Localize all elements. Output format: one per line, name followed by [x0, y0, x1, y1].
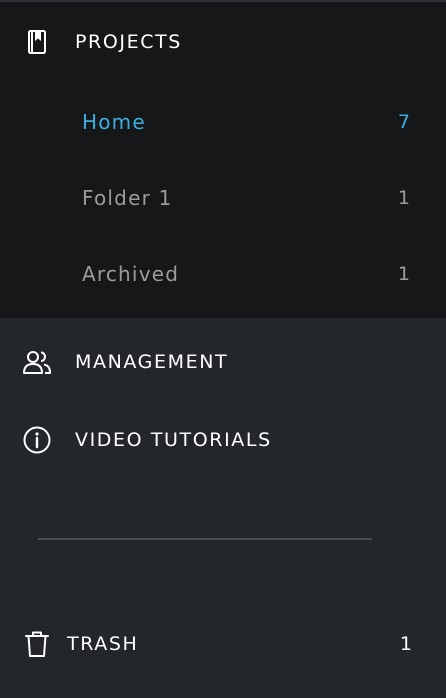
sidebar: PROJECTS Home 7 Folder 1 1 Archived 1 MA…	[0, 0, 446, 698]
info-icon	[22, 425, 52, 455]
trash-count: 1	[399, 633, 412, 655]
users-icon	[22, 347, 52, 377]
projects-item-count: 1	[397, 263, 410, 285]
projects-section: PROJECTS Home 7 Folder 1 1 Archived 1	[0, 0, 446, 318]
projects-item-count: 7	[397, 111, 410, 133]
trash-item[interactable]: TRASH 1	[0, 624, 446, 664]
projects-item-label: Home	[82, 110, 146, 134]
projects-label: PROJECTS	[75, 31, 182, 53]
trash-label: TRASH	[67, 633, 139, 655]
projects-item-label: Folder 1	[82, 186, 173, 210]
management-label: MANAGEMENT	[75, 351, 229, 373]
management-item[interactable]: MANAGEMENT	[0, 342, 446, 382]
projects-item-folder-1[interactable]: Folder 1 1	[0, 178, 446, 218]
projects-item-count: 1	[397, 187, 410, 209]
bookmark-book-icon	[22, 27, 52, 57]
projects-item-archived[interactable]: Archived 1	[0, 254, 446, 294]
divider	[38, 538, 372, 540]
video-tutorials-label: VIDEO TUTORIALS	[75, 429, 272, 451]
projects-item-label: Archived	[82, 262, 180, 286]
projects-item-home[interactable]: Home 7	[0, 102, 446, 142]
trash-icon	[24, 629, 50, 659]
video-tutorials-item[interactable]: VIDEO TUTORIALS	[0, 420, 446, 460]
projects-header[interactable]: PROJECTS	[0, 22, 446, 62]
